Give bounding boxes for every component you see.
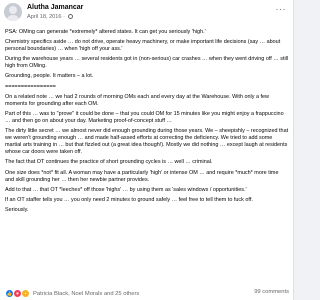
post-paragraph: Chemistry specifics aside … do not drive… bbox=[5, 39, 281, 53]
post-paragraph: If an OT staffer tells you … you only ne… bbox=[5, 196, 253, 203]
date-separator: · bbox=[63, 14, 65, 20]
avatar-shoulders-shape bbox=[6, 15, 20, 21]
post-paragraph: One size does *not* fit all. A woman may… bbox=[5, 169, 279, 183]
post-body: PSA: OMing can generate *extremely* alte… bbox=[5, 29, 289, 217]
post-date[interactable]: April 18, 2016 bbox=[27, 14, 62, 20]
post-paragraph: The fact that OT continues the practice … bbox=[5, 159, 213, 166]
avatar[interactable] bbox=[4, 3, 22, 21]
post-header: Alutha Jamancar April 18, 2016 · ··· bbox=[4, 3, 288, 27]
post-divider-text: ================ bbox=[5, 83, 56, 90]
avatar-head-shape bbox=[9, 6, 17, 14]
post-footer: 👍 ♥ • Patricia Black, Noel Morals and 25… bbox=[5, 289, 289, 298]
post-paragraph: The dirty little secret … we almost neve… bbox=[5, 128, 289, 156]
post-paragraph: Grounding, people. It matters – a lot. bbox=[5, 73, 94, 80]
post-paragraph: On a related note … we had 2 rounds of m… bbox=[5, 93, 269, 107]
post-paragraph: Seriously. bbox=[5, 206, 29, 213]
wow-icon: • bbox=[21, 289, 30, 298]
reaction-names[interactable]: Patricia Black, Noel Morals and 25 other… bbox=[33, 291, 139, 297]
comments-count[interactable]: 99 comments bbox=[254, 289, 289, 295]
more-options-button[interactable]: ··· bbox=[276, 5, 287, 14]
reactions-summary[interactable]: 👍 ♥ • Patricia Black, Noel Morals and 25… bbox=[5, 289, 139, 298]
post-meta: April 18, 2016 · bbox=[27, 14, 73, 20]
post-paragraph: Add to that … that OT *leeches* off thos… bbox=[5, 186, 247, 193]
post-paragraph: Part of this … was to "prove" it could b… bbox=[5, 110, 284, 124]
post-paragraph: During the warehouse years … several res… bbox=[5, 56, 289, 70]
post-card: Alutha Jamancar April 18, 2016 · ··· PSA… bbox=[0, 0, 294, 300]
globe-icon bbox=[67, 14, 73, 20]
author-name[interactable]: Alutha Jamancar bbox=[27, 4, 83, 11]
post-paragraph: PSA: OMing can generate *extremely* alte… bbox=[5, 29, 206, 35]
